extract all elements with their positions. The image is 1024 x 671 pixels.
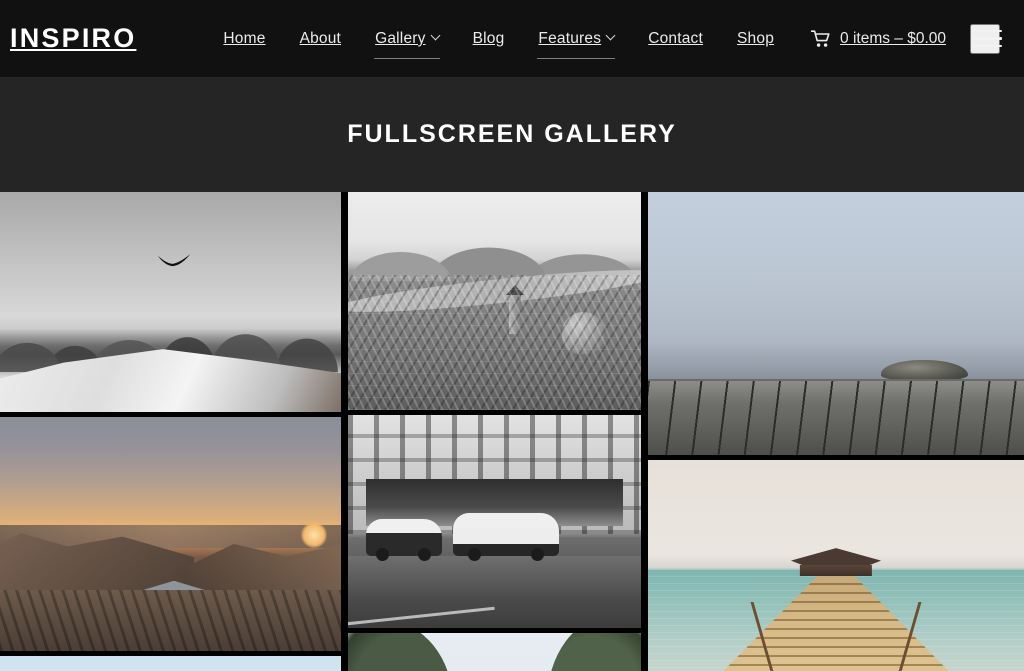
menu-line-bottom	[972, 44, 1002, 48]
gallery-image-london-street	[348, 415, 641, 628]
town-church-tower	[506, 285, 525, 335]
gazebo-roof	[790, 548, 882, 566]
taxi-cab-left	[365, 519, 442, 561]
nav-label-about: About	[299, 29, 342, 47]
hamburger-menu-icon[interactable]	[970, 23, 1002, 54]
gallery-image-pale-sky	[0, 656, 341, 671]
street-road	[348, 555, 641, 628]
menu-line-middle	[972, 37, 1002, 40]
gallery-image-wooden-deck	[648, 192, 1024, 455]
town-river	[348, 262, 641, 321]
gallery-tile-wooden-deck[interactable]	[648, 192, 1024, 455]
nav-item-blog[interactable]: Blog	[456, 31, 522, 47]
gallery-tile-london-street[interactable]	[348, 415, 641, 628]
gallery-image-bird-mountains	[0, 192, 341, 412]
fullscreen-gallery-grid	[0, 192, 1024, 671]
site-header: INSPIRO Home About Gallery Blog Features…	[0, 0, 1024, 77]
chevron-down-icon	[430, 30, 441, 41]
pier-gazebo	[790, 548, 882, 577]
gallery-image-aerial-town	[348, 192, 641, 410]
nav-label-gallery: Gallery	[375, 29, 426, 47]
gallery-tile-trees-sky[interactable]	[348, 633, 641, 671]
chevron-down-icon	[605, 30, 616, 41]
gallery-image-mountain-sunset	[0, 417, 341, 651]
bird-silhouette-icon	[157, 254, 191, 267]
nav-label-home: Home	[223, 29, 266, 47]
gallery-image-trees-sky	[348, 633, 641, 671]
gallery-tile-bird-mountains[interactable]	[0, 192, 341, 412]
nav-item-gallery[interactable]: Gallery	[358, 29, 456, 59]
nav-label-contact: Contact	[648, 29, 704, 47]
primary-navigation: Home About Gallery Blog Features Contact…	[206, 23, 1002, 59]
town-cathedral-dome	[561, 311, 604, 354]
gallery-column-3	[648, 192, 1024, 671]
site-logo[interactable]: INSPIRO	[10, 25, 136, 52]
gazebo-platform	[799, 564, 873, 577]
gallery-tile-pale-sky[interactable]	[0, 656, 341, 671]
page-title: FULLSCREEN GALLERY	[347, 120, 677, 148]
deck-planks	[648, 378, 1024, 455]
gallery-tile-tropical-pier[interactable]	[648, 460, 1024, 671]
cart-label: 0 items – $0.00	[840, 29, 946, 47]
nav-item-home[interactable]: Home	[206, 31, 282, 47]
nav-item-features[interactable]: Features	[521, 29, 631, 59]
sunset-foreground-rocks	[0, 590, 341, 651]
nav-label-shop: Shop	[737, 29, 775, 47]
gallery-column-2	[348, 192, 641, 671]
nav-item-about[interactable]: About	[283, 31, 359, 47]
gallery-tile-aerial-town[interactable]	[348, 192, 641, 410]
menu-line-top	[972, 29, 1002, 33]
taxi-cab-right	[453, 513, 559, 561]
gallery-tile-mountain-sunset[interactable]	[0, 417, 341, 651]
nav-label-features: Features	[538, 29, 602, 47]
gallery-column-1	[0, 192, 341, 671]
page-title-band: FULLSCREEN GALLERY	[0, 77, 1024, 192]
cart-link[interactable]: 0 items – $0.00	[791, 29, 962, 48]
deck-horizon-haze	[648, 341, 1024, 379]
nav-item-shop[interactable]: Shop	[720, 31, 791, 47]
gallery-image-tropical-pier	[648, 460, 1024, 671]
nav-item-contact[interactable]: Contact	[631, 31, 720, 47]
shopping-cart-icon	[811, 29, 830, 47]
nav-label-blog: Blog	[472, 29, 505, 47]
